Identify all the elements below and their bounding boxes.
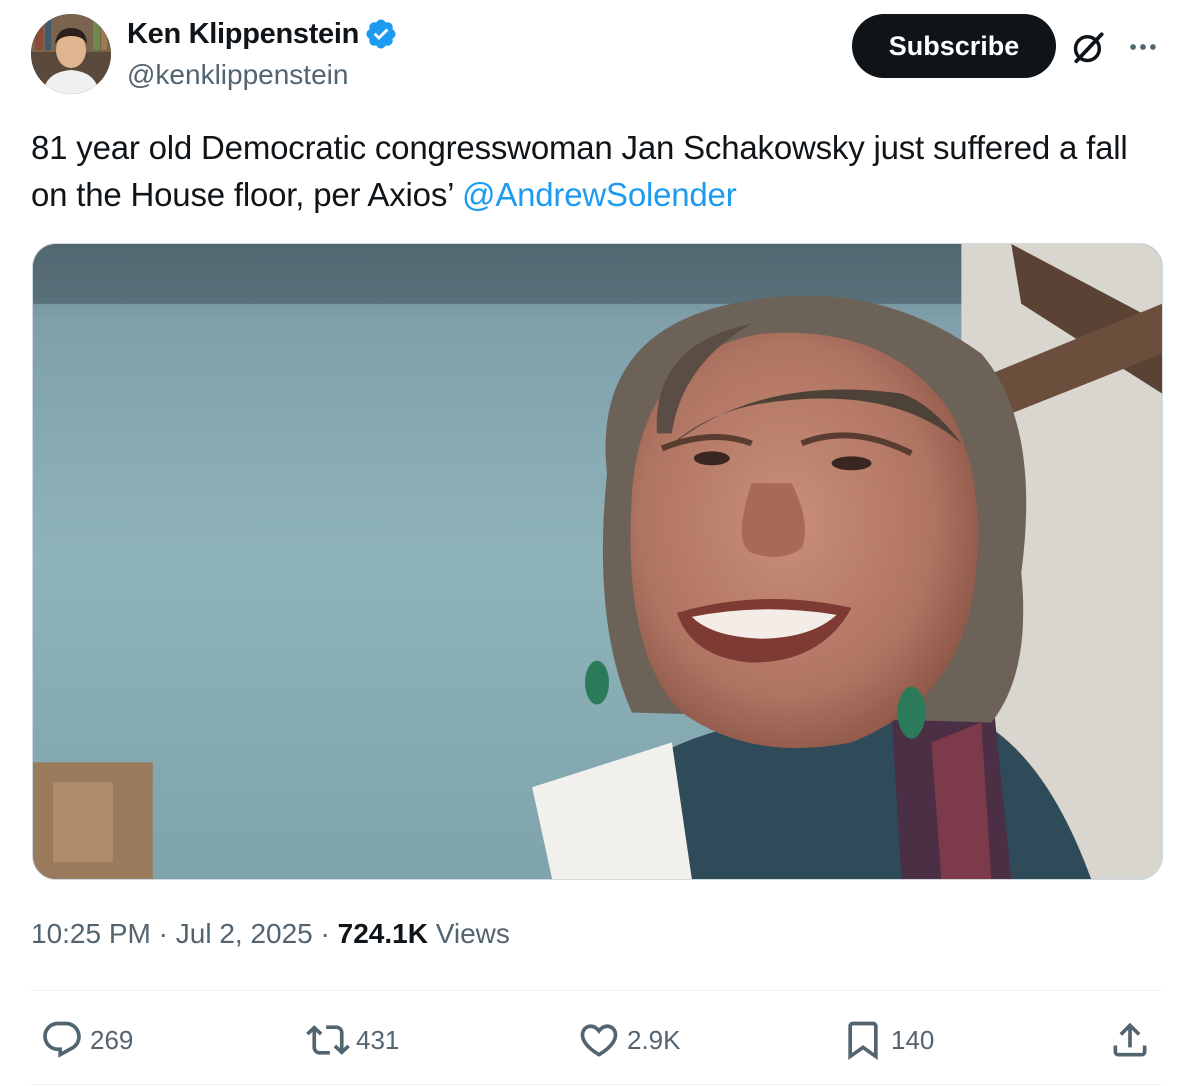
like-button[interactable]: 2.9K [577,1014,681,1066]
divider [31,1084,1162,1085]
verified-badge-icon[interactable] [364,17,398,51]
subscribe-button[interactable]: Subscribe [852,14,1056,78]
photo-image [33,244,1162,879]
grok-icon[interactable] [1070,28,1108,66]
meta-separator-2: · [312,918,338,949]
views-label: Views [427,918,510,949]
share-button[interactable] [1108,1014,1158,1066]
reply-button[interactable]: 269 [40,1014,133,1066]
reply-icon [43,1021,81,1058]
share-icon [1113,1022,1147,1057]
tweet-text: 81 year old Democratic congresswoman Jan… [31,124,1171,218]
avatar-image [31,14,111,94]
meta-separator-1: · [150,918,176,949]
author-avatar[interactable] [31,14,111,94]
tweet-meta: 10:25 PM · Jul 2, 2025 · 724.1K Views [31,914,510,954]
bookmark-button[interactable]: 140 [841,1014,934,1066]
views-count: 724.1K [337,918,428,949]
mention-link[interactable]: @AndrewSolender [462,176,737,213]
retweet-icon [306,1025,350,1055]
reply-count: 269 [90,1024,134,1055]
tweet-time[interactable]: 10:25 PM [31,918,151,949]
retweet-count: 431 [356,1024,400,1055]
bookmark-icon [848,1021,878,1061]
tweet-media-photo[interactable] [32,243,1163,880]
tweet-date[interactable]: Jul 2, 2025 [176,918,313,949]
retweet-button[interactable]: 431 [306,1014,399,1066]
bookmark-count: 140 [891,1024,935,1055]
author-display-name[interactable]: Ken Klippenstein [127,16,359,52]
author-handle[interactable]: @kenklippenstein [127,57,348,93]
more-icon[interactable] [1126,30,1160,64]
divider [31,990,1162,991]
heart-icon [580,1024,618,1057]
like-count: 2.9K [627,1024,681,1055]
